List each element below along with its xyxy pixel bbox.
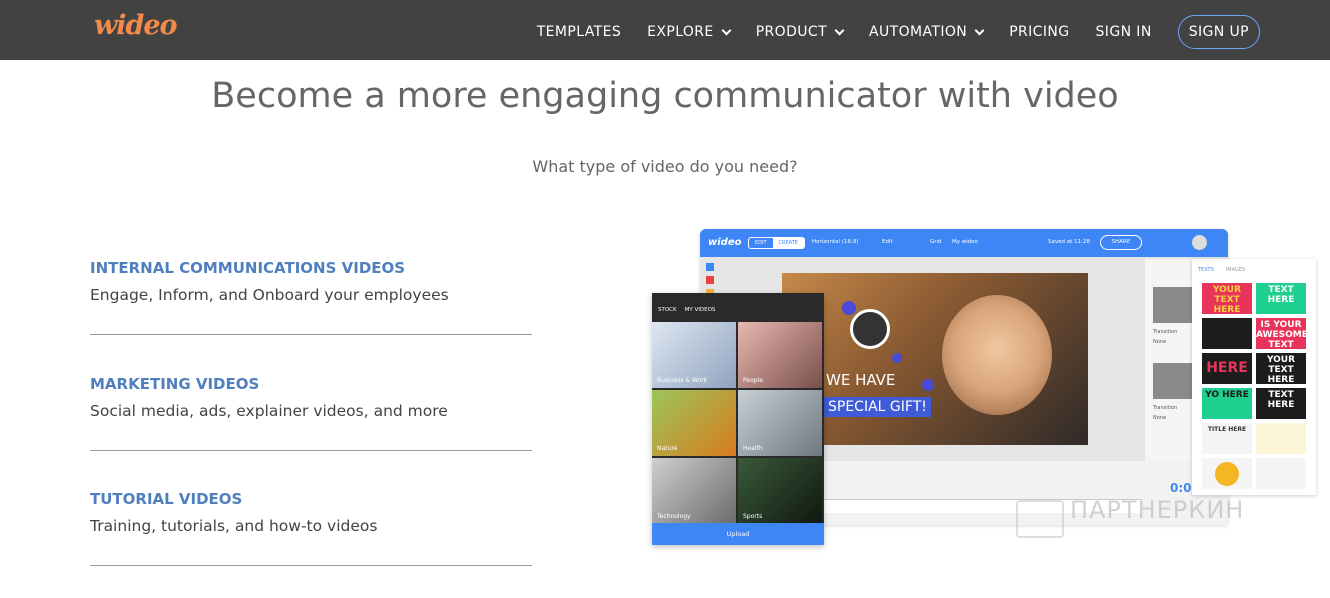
tool-icon [706,276,714,284]
text-template-card [1202,458,1252,489]
tile-label: Technology [657,513,691,520]
editor-tab-edit: EDIT [755,240,767,246]
text-template-card [1256,458,1306,489]
nav-pricing-label: PRICING [1009,24,1070,40]
text-template-card: YOUR TEXT HERE [1202,283,1252,314]
editor-toolbar: wideo EDIT CREATE Horizontal (16:9) Edit… [700,229,1228,257]
nav-pricing[interactable]: PRICING [1009,24,1069,40]
stock-tile: Nature [652,390,736,456]
watermark-logo-icon [1016,500,1064,538]
nav-product[interactable]: PRODUCT [755,24,845,40]
canvas-text-gift: SPECIAL GIFT! [824,397,931,417]
editor-tab-create: CREATE [772,238,804,248]
editor-project-name: My wideo [952,239,979,245]
canvas-text-we-have: WE HAVE [826,371,896,389]
texts-tabs: TEXTS IMAGES [1198,267,1245,273]
category-title: TUTORIAL VIDEOS [90,490,243,508]
camera-badge-icon [850,309,890,349]
top-navbar: wideo TEMPLATES EXPLORE PRODUCT AUTOMATI… [0,0,1330,60]
tile-label: People [743,377,763,384]
wideo-logo[interactable]: wideo [94,10,178,41]
sign-up-button[interactable]: SIGN UP [1177,15,1260,49]
text-template-card [1202,318,1252,349]
text-template-card: YOUR TEXT HERE [1256,353,1306,384]
category-internal-communications[interactable]: INTERNAL COMMUNICATIONS VIDEOS Engage, I… [90,259,532,335]
decor-dot [892,353,902,363]
avatar [1192,235,1207,250]
texts-panel: TEXTS IMAGES YOUR TEXT HERE TEXT HERE IS… [1192,259,1316,495]
nav-automation-label: AUTOMATION [869,24,968,40]
chevron-down-icon [834,25,845,35]
category-description: Social media, ads, explainer videos, and… [90,402,448,420]
nav-sign-in-label: SIGN IN [1095,24,1152,40]
text-template-card: YO HERE [1202,388,1252,419]
text-template-card: TEXT HERE [1256,283,1306,314]
upload-button: Upload [652,523,824,545]
page-subtitle: What type of video do you need? [532,157,798,176]
tile-label: Health [743,445,763,452]
tile-label: Business & Work [657,377,708,384]
text-template-card: TITLE HERE [1202,423,1252,454]
editor-edit-menu: Edit [882,239,893,245]
my-videos-tab: MY VIDEOS [684,307,716,313]
decor-dot [922,379,934,391]
editor-format: Horizontal (16:9) [812,239,859,245]
category-title: INTERNAL COMMUNICATIONS VIDEOS [90,259,406,277]
stock-tile: People [738,322,822,388]
nav-explore-label: EXPLORE [647,24,714,40]
editor-logo: wideo [708,237,742,248]
stock-tile: Health [738,390,822,456]
category-title: MARKETING VIDEOS [90,375,260,393]
nav-sign-in[interactable]: SIGN IN [1096,24,1152,40]
scene-thumbnail [1153,287,1193,323]
stock-tile: Technology [652,458,736,524]
editor-mode-tabs: EDIT CREATE [748,237,805,249]
text-template-card [1256,423,1306,454]
category-description: Training, tutorials, and how-to videos [90,517,378,535]
chevron-down-icon [721,25,732,35]
stock-panel: STOCK MY VIDEOS Business & Work People N… [652,293,824,545]
tile-label: Sports [743,513,763,520]
watermark: ПАРТНЕРКИН [1070,496,1245,524]
nav-menu: TEMPLATES EXPLORE PRODUCT AUTOMATION PRI… [511,14,1260,50]
nav-templates[interactable]: TEMPLATES [537,24,621,40]
nav-automation[interactable]: AUTOMATION [869,24,985,40]
canvas-photo [942,295,1052,415]
stock-tile: Sports [738,458,822,524]
decor-dot [842,301,856,315]
category-tutorial[interactable]: TUTORIAL VIDEOS Training, tutorials, and… [90,490,532,566]
editor-grid-toggle: Grid [930,239,942,245]
editor-saved-status: Saved at 11:28 [1048,239,1090,245]
text-template-card: TEXT HERE [1256,388,1306,419]
scene-transition-value: None [1153,339,1167,345]
texts-tab: TEXTS [1198,267,1214,273]
scene-transition-label: Transition [1153,329,1178,335]
images-tab: IMAGES [1225,267,1246,273]
nav-product-label: PRODUCT [755,24,828,40]
page-headline: Become a more engaging communicator with… [211,76,1119,116]
nav-templates-label: TEMPLATES [536,24,622,40]
scene-transition-value: None [1153,415,1167,421]
scene-thumbnail [1153,363,1193,399]
stock-tile: Business & Work [652,322,736,388]
nav-explore[interactable]: EXPLORE [647,24,732,40]
category-description: Engage, Inform, and Onboard your employe… [90,286,449,304]
stock-tabs: STOCK MY VIDEOS [658,307,715,313]
text-template-card: IS YOUR AWESOME TEXT [1256,318,1306,349]
chevron-down-icon [974,25,985,35]
scene-transition-label: Transition [1153,405,1178,411]
editor-canvas: WE HAVE SPECIAL GIFT! [782,273,1088,445]
text-template-card: HERE [1202,353,1252,384]
tool-icon [706,263,714,271]
category-marketing[interactable]: MARKETING VIDEOS Social media, ads, expl… [90,375,532,451]
editor-share-button: SHARE [1100,235,1142,250]
tile-label: Nature [657,445,678,452]
stock-tab: STOCK [658,307,677,313]
